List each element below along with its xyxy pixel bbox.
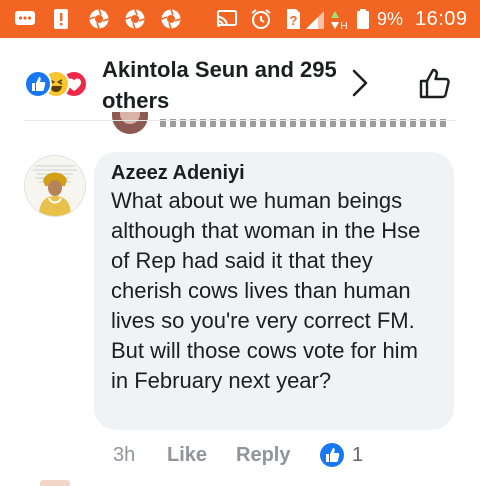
alarm-icon — [251, 9, 271, 29]
like-reaction-icon — [24, 70, 52, 98]
comment-text: What about we human beings although that… — [111, 188, 421, 393]
like-outline-icon[interactable] — [418, 66, 452, 100]
comment-author[interactable]: Azeez Adeniyi — [111, 160, 245, 186]
chevron-right-icon[interactable] — [348, 67, 372, 99]
cast-icon — [217, 10, 237, 27]
alert-icon — [54, 9, 68, 29]
previous-comment-avatar[interactable] — [112, 112, 148, 134]
next-comment-avatar-fragment — [40, 480, 70, 486]
reactors-summary-text[interactable]: Akintola Seun and 295 others — [102, 54, 342, 116]
comment-timestamp: 3h — [113, 444, 136, 466]
no-sim-icon: ? — [287, 9, 300, 29]
avatar[interactable] — [24, 155, 86, 217]
like-button[interactable]: Like — [167, 442, 207, 468]
messages-icon — [15, 11, 35, 25]
battery-percentage: 9% — [377, 9, 404, 29]
header-divider — [24, 120, 456, 121]
signal-icon: H — [306, 11, 348, 30]
reaction-summary[interactable] — [24, 70, 96, 98]
reply-button[interactable]: Reply — [236, 442, 290, 468]
aperture-icon — [125, 9, 145, 29]
clock: 16:09 — [415, 8, 468, 30]
svg-text:H: H — [340, 21, 347, 30]
aperture-icon — [89, 9, 109, 29]
status-bar: ? H 9% 16:09 — [0, 0, 480, 38]
like-reaction-count-icon[interactable] — [320, 443, 344, 467]
aperture-icon — [161, 9, 181, 29]
reaction-count[interactable]: 1 — [352, 442, 363, 468]
svg-text:?: ? — [290, 13, 298, 28]
battery-icon — [357, 9, 369, 29]
